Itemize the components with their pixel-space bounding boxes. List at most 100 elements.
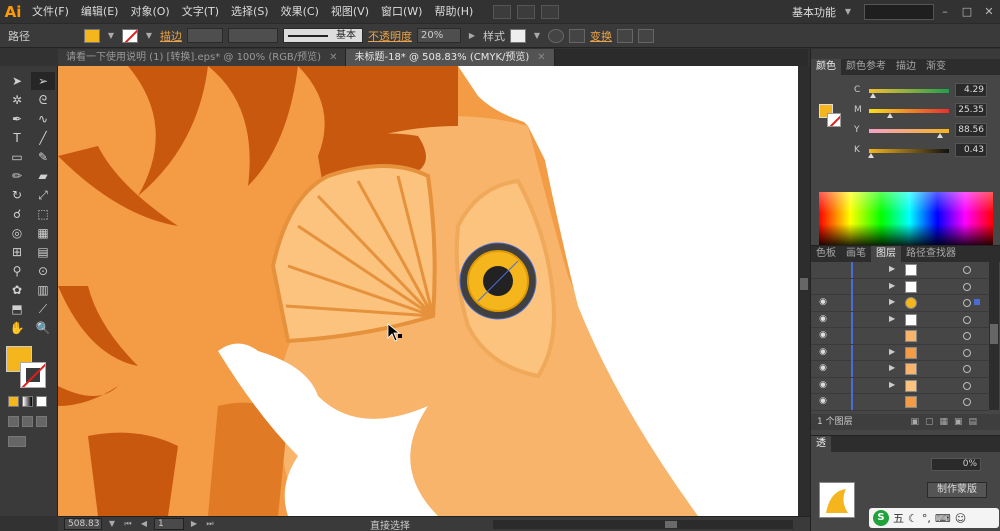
eye-icon[interactable]: ◉ — [817, 347, 829, 357]
gradient-mode-icon[interactable] — [22, 396, 33, 407]
transparency-opacity-field[interactable]: 0% — [931, 458, 981, 471]
scroll-thumb[interactable] — [665, 521, 677, 528]
stroke-color-box[interactable] — [20, 362, 46, 388]
target-icon[interactable] — [963, 348, 971, 357]
paintbrush-icon[interactable]: ✎ — [31, 148, 55, 166]
menu-object[interactable]: 对象(O) — [124, 0, 175, 23]
curvature-tool-icon[interactable]: ∿ — [31, 110, 55, 128]
bridge-button[interactable] — [493, 4, 512, 19]
layer-row[interactable]: ◉ ▶ — [811, 361, 989, 378]
tab-document-2[interactable]: 未标题-18* @ 508.83% (CMYK/预览) ✕ — [346, 49, 555, 66]
tab-brushes[interactable]: 画笔 — [841, 246, 871, 262]
zoom-tool-icon[interactable]: 🔍 — [31, 319, 55, 337]
channel-value[interactable]: 0.43 — [955, 143, 987, 157]
workspace-switcher[interactable]: 基本功能 — [786, 4, 842, 20]
target-icon[interactable] — [963, 266, 971, 274]
user-icon[interactable]: ☺ — [955, 512, 966, 525]
slice-tool-icon[interactable]: ⟋ — [31, 300, 55, 318]
menu-type[interactable]: 文字(T) — [176, 0, 225, 23]
brush-field[interactable]: 基本 — [283, 28, 363, 43]
panel-menu-icon[interactable] — [638, 28, 654, 43]
layer-row[interactable]: ◉ ▶ — [811, 344, 989, 361]
menu-file[interactable]: 文件(F) — [26, 0, 75, 23]
panel-stroke-swatch[interactable] — [827, 113, 841, 127]
close-icon[interactable]: ✕ — [978, 5, 1000, 18]
eyedropper-icon[interactable]: ⚲ — [5, 262, 29, 280]
pen-tool-icon[interactable]: ✒ — [5, 110, 29, 128]
channel-value[interactable]: 88.56 — [955, 123, 987, 137]
menu-edit[interactable]: 编辑(E) — [75, 0, 125, 23]
help-search-input[interactable] — [864, 3, 934, 20]
selection-tool-icon[interactable]: ➤ — [5, 72, 29, 90]
line-tool-icon[interactable]: ╱ — [31, 129, 55, 147]
slider-knob[interactable] — [868, 153, 874, 158]
stroke-label[interactable]: 描边 — [160, 28, 182, 44]
expand-icon[interactable]: ▶ — [889, 380, 895, 389]
menu-view[interactable]: 视图(V) — [325, 0, 375, 23]
menu-help[interactable]: 帮助(H) — [428, 0, 479, 23]
slider-magenta[interactable]: M 25.35 — [851, 103, 996, 123]
align-icon[interactable] — [569, 28, 585, 43]
chevron-down-icon[interactable]: ▼ — [106, 517, 118, 531]
color-mode-icon[interactable] — [8, 396, 19, 407]
expand-icon[interactable]: ▶ — [889, 347, 895, 356]
slider-knob[interactable] — [887, 113, 893, 118]
artboard-number-field[interactable]: 1 — [154, 518, 184, 530]
expand-icon[interactable]: ▶ — [889, 314, 895, 323]
graph-tool-icon[interactable]: ▥ — [31, 281, 55, 299]
slider-cyan[interactable]: C 4.29 — [851, 83, 996, 103]
free-transform-icon[interactable]: ⬚ — [31, 205, 55, 223]
warp-tool-icon[interactable]: ☌ — [5, 205, 29, 223]
target-icon[interactable] — [963, 398, 971, 406]
magic-wand-icon[interactable]: ✲ — [5, 91, 29, 109]
perspective-grid-icon[interactable]: ▦ — [31, 224, 55, 242]
draw-normal-icon[interactable] — [8, 416, 19, 427]
scroll-thumb[interactable] — [990, 324, 998, 344]
none-mode-icon[interactable] — [36, 396, 47, 407]
horizontal-scrollbar[interactable] — [493, 520, 793, 529]
keyboard-icon[interactable]: ⌨ — [935, 512, 951, 525]
recolor-artwork-icon[interactable] — [548, 28, 564, 43]
scroll-thumb[interactable] — [800, 278, 808, 290]
first-artboard-icon[interactable]: ⏮ — [122, 517, 134, 531]
layer-actions-icon[interactable]: ▣▢▦▣▤ — [910, 414, 983, 430]
stroke-weight-field[interactable] — [187, 28, 223, 43]
menu-effect[interactable]: 效果(C) — [275, 0, 325, 23]
rotate-tool-icon[interactable]: ↻ — [5, 186, 29, 204]
tab-transparency[interactable]: 透 — [811, 436, 831, 452]
expand-icon[interactable]: ▶ — [889, 363, 895, 372]
eye-icon[interactable]: ◉ — [817, 380, 829, 390]
draw-behind-icon[interactable] — [22, 416, 33, 427]
type-tool-icon[interactable]: T — [5, 129, 29, 147]
transform-label[interactable]: 变换 — [590, 28, 612, 44]
close-icon[interactable]: ✕ — [537, 52, 545, 63]
tab-swatches[interactable]: 色板 — [811, 246, 841, 262]
slider-knob[interactable] — [937, 133, 943, 138]
maximize-icon[interactable]: □ — [956, 5, 978, 18]
last-artboard-icon[interactable]: ⏭ — [204, 517, 216, 531]
layer-row[interactable]: ◉ ▶ — [811, 377, 989, 394]
layer-row[interactable]: ▶ — [811, 278, 989, 295]
slider-track[interactable] — [869, 89, 949, 93]
tab-document-1[interactable]: 请看一下使用说明 (1) [转换].eps* @ 100% (RGB/预览) ✕ — [58, 49, 347, 66]
close-icon[interactable]: ✕ — [329, 52, 337, 63]
opacity-label[interactable]: 不透明度 — [368, 28, 412, 44]
target-icon[interactable] — [963, 315, 971, 324]
chevron-right-icon[interactable]: ▶ — [466, 29, 478, 43]
punctuation-icon[interactable]: °, — [922, 512, 931, 525]
canvas[interactable] — [58, 66, 798, 516]
layer-row[interactable]: ◉ ▶ — [811, 295, 989, 312]
layer-row[interactable]: ▶ — [811, 262, 989, 279]
tab-stroke[interactable]: 描边 — [891, 59, 921, 75]
tab-color[interactable]: 颜色 — [811, 59, 841, 75]
opacity-field[interactable]: 20% — [417, 28, 461, 43]
layer-row[interactable]: ◉ — [811, 328, 989, 345]
arrange-documents-button[interactable] — [517, 4, 536, 19]
eye-icon[interactable]: ◉ — [817, 297, 829, 307]
rectangle-tool-icon[interactable]: ▭ — [5, 148, 29, 166]
screen-mode-icon[interactable] — [8, 436, 26, 447]
chevron-down-icon[interactable]: ▼ — [531, 29, 543, 43]
mesh-tool-icon[interactable]: ⊞ — [5, 243, 29, 261]
eye-icon[interactable]: ◉ — [817, 363, 829, 373]
eye-icon[interactable]: ◉ — [817, 330, 829, 340]
